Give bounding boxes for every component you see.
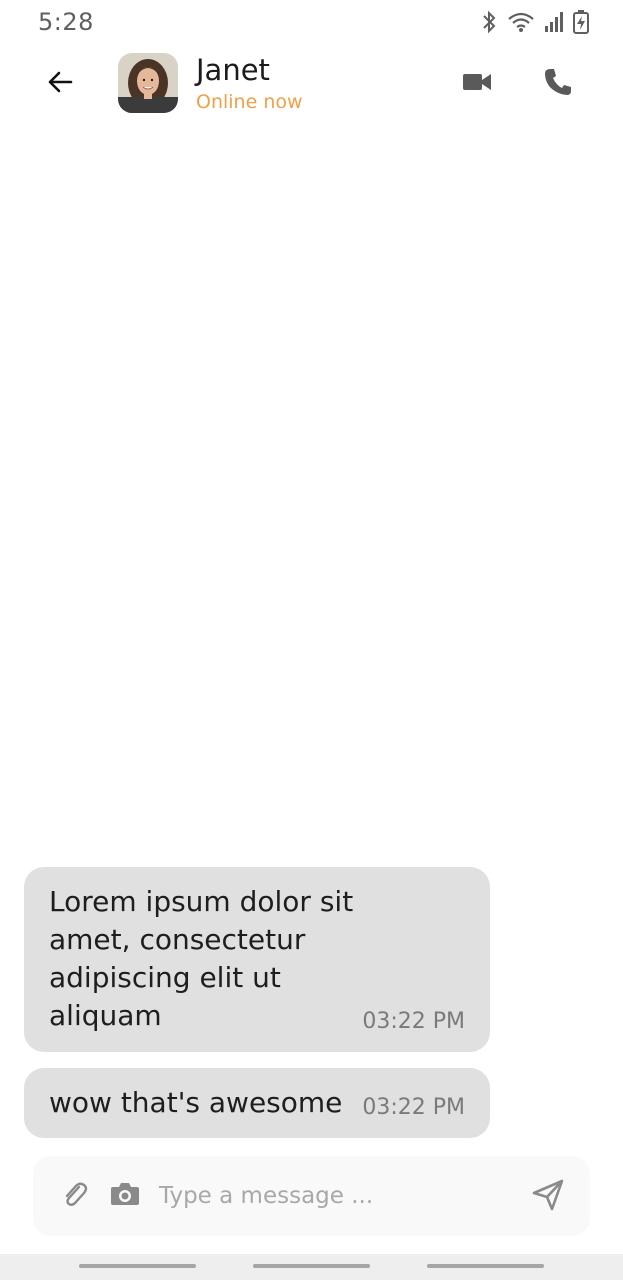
battery-charging-icon [573, 10, 589, 34]
status-icons [479, 10, 589, 34]
message-bubble[interactable]: wow that's awesome 03:22 PM [24, 1068, 490, 1138]
camera-icon [110, 1181, 140, 1211]
attach-button[interactable] [57, 1178, 93, 1214]
back-button[interactable] [38, 62, 82, 106]
camera-button[interactable] [107, 1178, 143, 1214]
message-input[interactable] [159, 1176, 499, 1216]
nav-recents-button[interactable] [79, 1264, 196, 1268]
send-button[interactable] [529, 1178, 567, 1216]
status-bar: 5:28 [0, 0, 623, 44]
wifi-icon [507, 11, 535, 33]
message-bubble[interactable]: Lorem ipsum dolor sit amet, consectetur … [24, 867, 490, 1052]
contact-name: Janet [196, 53, 270, 87]
video-call-button[interactable] [455, 62, 499, 106]
message-text: Lorem ipsum dolor sit amet, consectetur … [49, 885, 354, 1032]
video-camera-icon [462, 71, 492, 97]
paperclip-icon [61, 1179, 89, 1213]
signal-icon [543, 11, 565, 33]
chat-header: Janet Online now [0, 44, 623, 124]
nav-back-button[interactable] [427, 1264, 544, 1268]
message-text: wow that's awesome [49, 1086, 343, 1119]
system-nav-bar [0, 1254, 623, 1280]
bluetooth-icon [479, 10, 499, 34]
phone-icon [543, 67, 573, 101]
message-timestamp: 03:22 PM [362, 1095, 465, 1120]
arrow-left-icon [46, 68, 74, 100]
voice-call-button[interactable] [536, 62, 580, 106]
message-composer [33, 1156, 590, 1236]
status-time: 5:28 [38, 8, 94, 36]
avatar[interactable] [118, 53, 178, 113]
send-icon [532, 1179, 564, 1215]
message-timestamp: 03:22 PM [362, 1009, 465, 1034]
nav-home-button[interactable] [253, 1264, 370, 1268]
contact-status: Online now [196, 91, 303, 113]
